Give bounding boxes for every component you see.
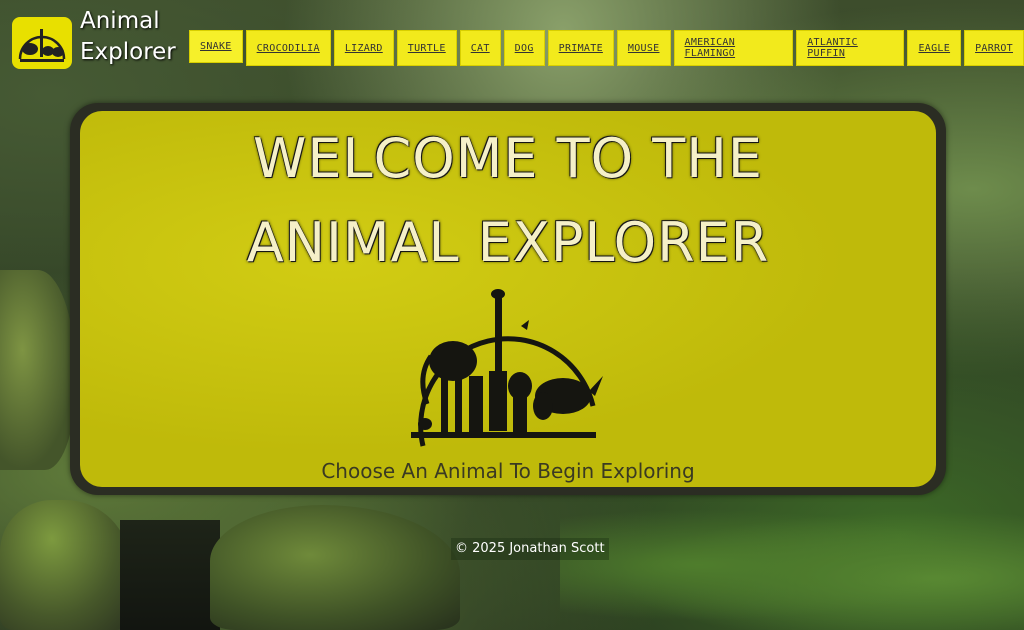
- background-rock: [0, 500, 130, 630]
- nav-item-lizard[interactable]: LIZARD: [333, 30, 394, 66]
- nav-item-primate[interactable]: PRIMATE: [547, 30, 614, 66]
- nav-item-american-flamingo[interactable]: AMERICAN FLAMINGO: [673, 30, 794, 66]
- welcome-panel-inner: WELCOME TO THE ANIMAL EXPLORER Choose An…: [80, 111, 936, 487]
- welcome-heading: WELCOME TO THE ANIMAL EXPLORER: [80, 117, 936, 285]
- nav-item-snake[interactable]: SNAKE: [189, 30, 243, 63]
- background-rock: [210, 505, 460, 630]
- background-rock: [0, 270, 75, 470]
- nav-item-atlantic-puffin[interactable]: ATLANTIC PUFFIN: [796, 30, 905, 66]
- site-title[interactable]: Animal Explorer: [80, 6, 185, 68]
- site-logo[interactable]: [12, 17, 72, 69]
- nav-item-parrot[interactable]: PARROT: [964, 30, 1024, 66]
- nav-item-dog[interactable]: DOG: [503, 30, 545, 66]
- nav-item-eagle[interactable]: EAGLE: [907, 30, 962, 66]
- nav-item-crocodilia[interactable]: CROCODILIA: [245, 30, 331, 66]
- site-title-line2: Explorer: [80, 39, 176, 65]
- animal-group-hero-icon: [411, 289, 603, 447]
- nav-item-turtle[interactable]: TURTLE: [396, 30, 457, 66]
- tagline: Choose An Animal To Begin Exploring: [321, 459, 695, 483]
- site-title-line1: Animal: [80, 8, 160, 34]
- footer-copyright: © 2025 Jonathan Scott: [451, 538, 609, 560]
- background-stream: [120, 520, 220, 630]
- welcome-panel: WELCOME TO THE ANIMAL EXPLORER Choose An…: [70, 103, 946, 495]
- nav-item-cat[interactable]: CAT: [459, 30, 501, 66]
- animal-group-logo-icon: [18, 29, 66, 62]
- welcome-heading-line2: ANIMAL EXPLORER: [246, 211, 770, 274]
- animal-nav: SNAKE CROCODILIA LIZARD TURTLE CAT DOG P…: [189, 30, 1024, 66]
- nav-item-mouse[interactable]: MOUSE: [616, 30, 671, 66]
- background-ferns: [560, 500, 1024, 630]
- welcome-heading-line1: WELCOME TO THE: [252, 127, 764, 190]
